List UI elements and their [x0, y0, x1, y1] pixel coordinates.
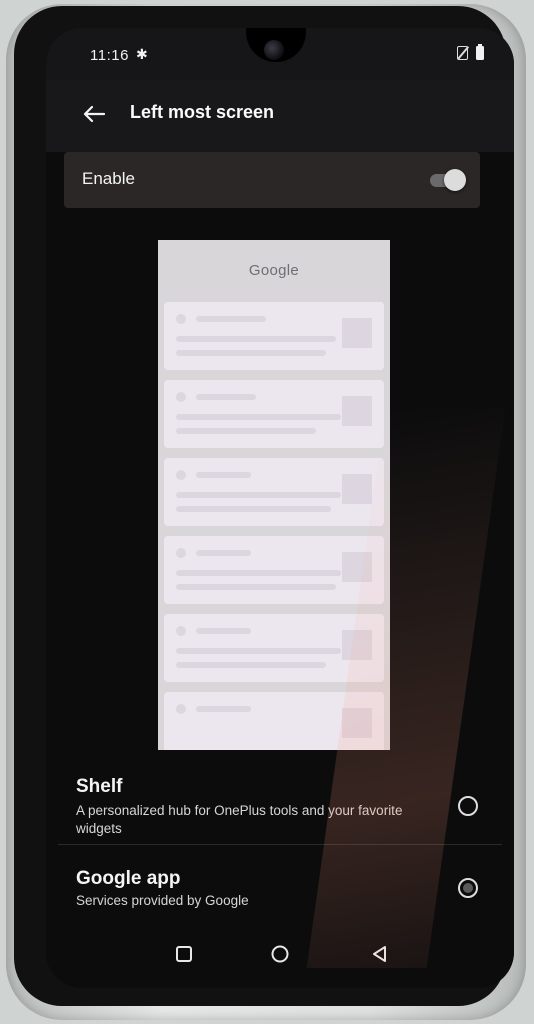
- card-thumb: [342, 708, 372, 738]
- home-button[interactable]: [264, 938, 296, 970]
- front-camera: [264, 40, 284, 60]
- card-thumb: [342, 318, 372, 348]
- toggle-thumb: [444, 169, 466, 191]
- no-sim-icon: [457, 46, 468, 60]
- satellite-icon: ✱: [136, 46, 148, 62]
- shelf-radio[interactable]: [458, 796, 478, 816]
- preview-card: [164, 692, 384, 750]
- card-thumb: [342, 630, 372, 660]
- nav-back-button[interactable]: [364, 938, 396, 970]
- option-description: Services provided by Google: [76, 893, 249, 908]
- home-icon: [271, 945, 289, 963]
- back-button[interactable]: [76, 96, 112, 132]
- option-google-app[interactable]: Google app Services provided by Google: [46, 858, 514, 918]
- back-triangle-icon: [373, 946, 386, 962]
- preview-card: [164, 302, 384, 370]
- back-arrow-icon: [83, 105, 105, 123]
- option-title: Shelf: [76, 776, 123, 797]
- preview-google-header: Google: [248, 262, 300, 279]
- card-line: [176, 570, 341, 576]
- option-shelf[interactable]: Shelf A personalized hub for OnePlus too…: [46, 768, 514, 848]
- card-dot: [176, 626, 186, 636]
- card-line: [196, 550, 251, 556]
- card-thumb: [342, 396, 372, 426]
- enable-row[interactable]: Enable: [64, 152, 480, 208]
- google-app-radio[interactable]: [458, 878, 478, 898]
- enable-label: Enable: [82, 169, 135, 188]
- card-line: [176, 506, 331, 512]
- preview-card: [164, 458, 384, 526]
- option-title: Google app: [76, 868, 181, 889]
- card-dot: [176, 548, 186, 558]
- card-line: [176, 492, 341, 498]
- screen: 11:16 ✱ Left most screen Enable Google S…: [46, 28, 514, 988]
- card-dot: [176, 470, 186, 480]
- phone-body: 11:16 ✱ Left most screen Enable Google S…: [14, 6, 514, 1006]
- divider: [58, 844, 502, 845]
- card-line: [176, 350, 326, 356]
- recents-icon: [176, 946, 192, 962]
- card-line: [196, 394, 256, 400]
- card-line: [176, 414, 341, 420]
- card-line: [196, 628, 251, 634]
- card-dot: [176, 314, 186, 324]
- card-thumb: [342, 474, 372, 504]
- card-line: [176, 662, 326, 668]
- recents-button[interactable]: [168, 938, 200, 970]
- card-line: [196, 316, 266, 322]
- card-dot: [176, 704, 186, 714]
- enable-toggle[interactable]: [430, 169, 466, 191]
- card-line: [176, 648, 341, 654]
- card-line: [176, 428, 316, 434]
- page-title: Left most screen: [130, 102, 275, 122]
- card-dot: [176, 392, 186, 402]
- card-line: [196, 706, 251, 712]
- navigation-bar: [46, 918, 514, 988]
- card-line: [176, 336, 336, 342]
- preview-card: [164, 614, 384, 682]
- status-bar: 11:16 ✱: [46, 28, 514, 80]
- preview-card: [164, 536, 384, 604]
- battery-icon: [476, 44, 484, 60]
- status-time: 11:16: [90, 47, 129, 64]
- card-thumb: [342, 552, 372, 582]
- preview-card: [164, 380, 384, 448]
- google-feed-preview: Google: [158, 240, 390, 750]
- app-bar: Left most screen: [46, 80, 514, 152]
- card-line: [196, 472, 251, 478]
- option-description: A personalized hub for OnePlus tools and…: [76, 803, 403, 836]
- card-line: [176, 584, 336, 590]
- status-right-icons: [457, 44, 484, 60]
